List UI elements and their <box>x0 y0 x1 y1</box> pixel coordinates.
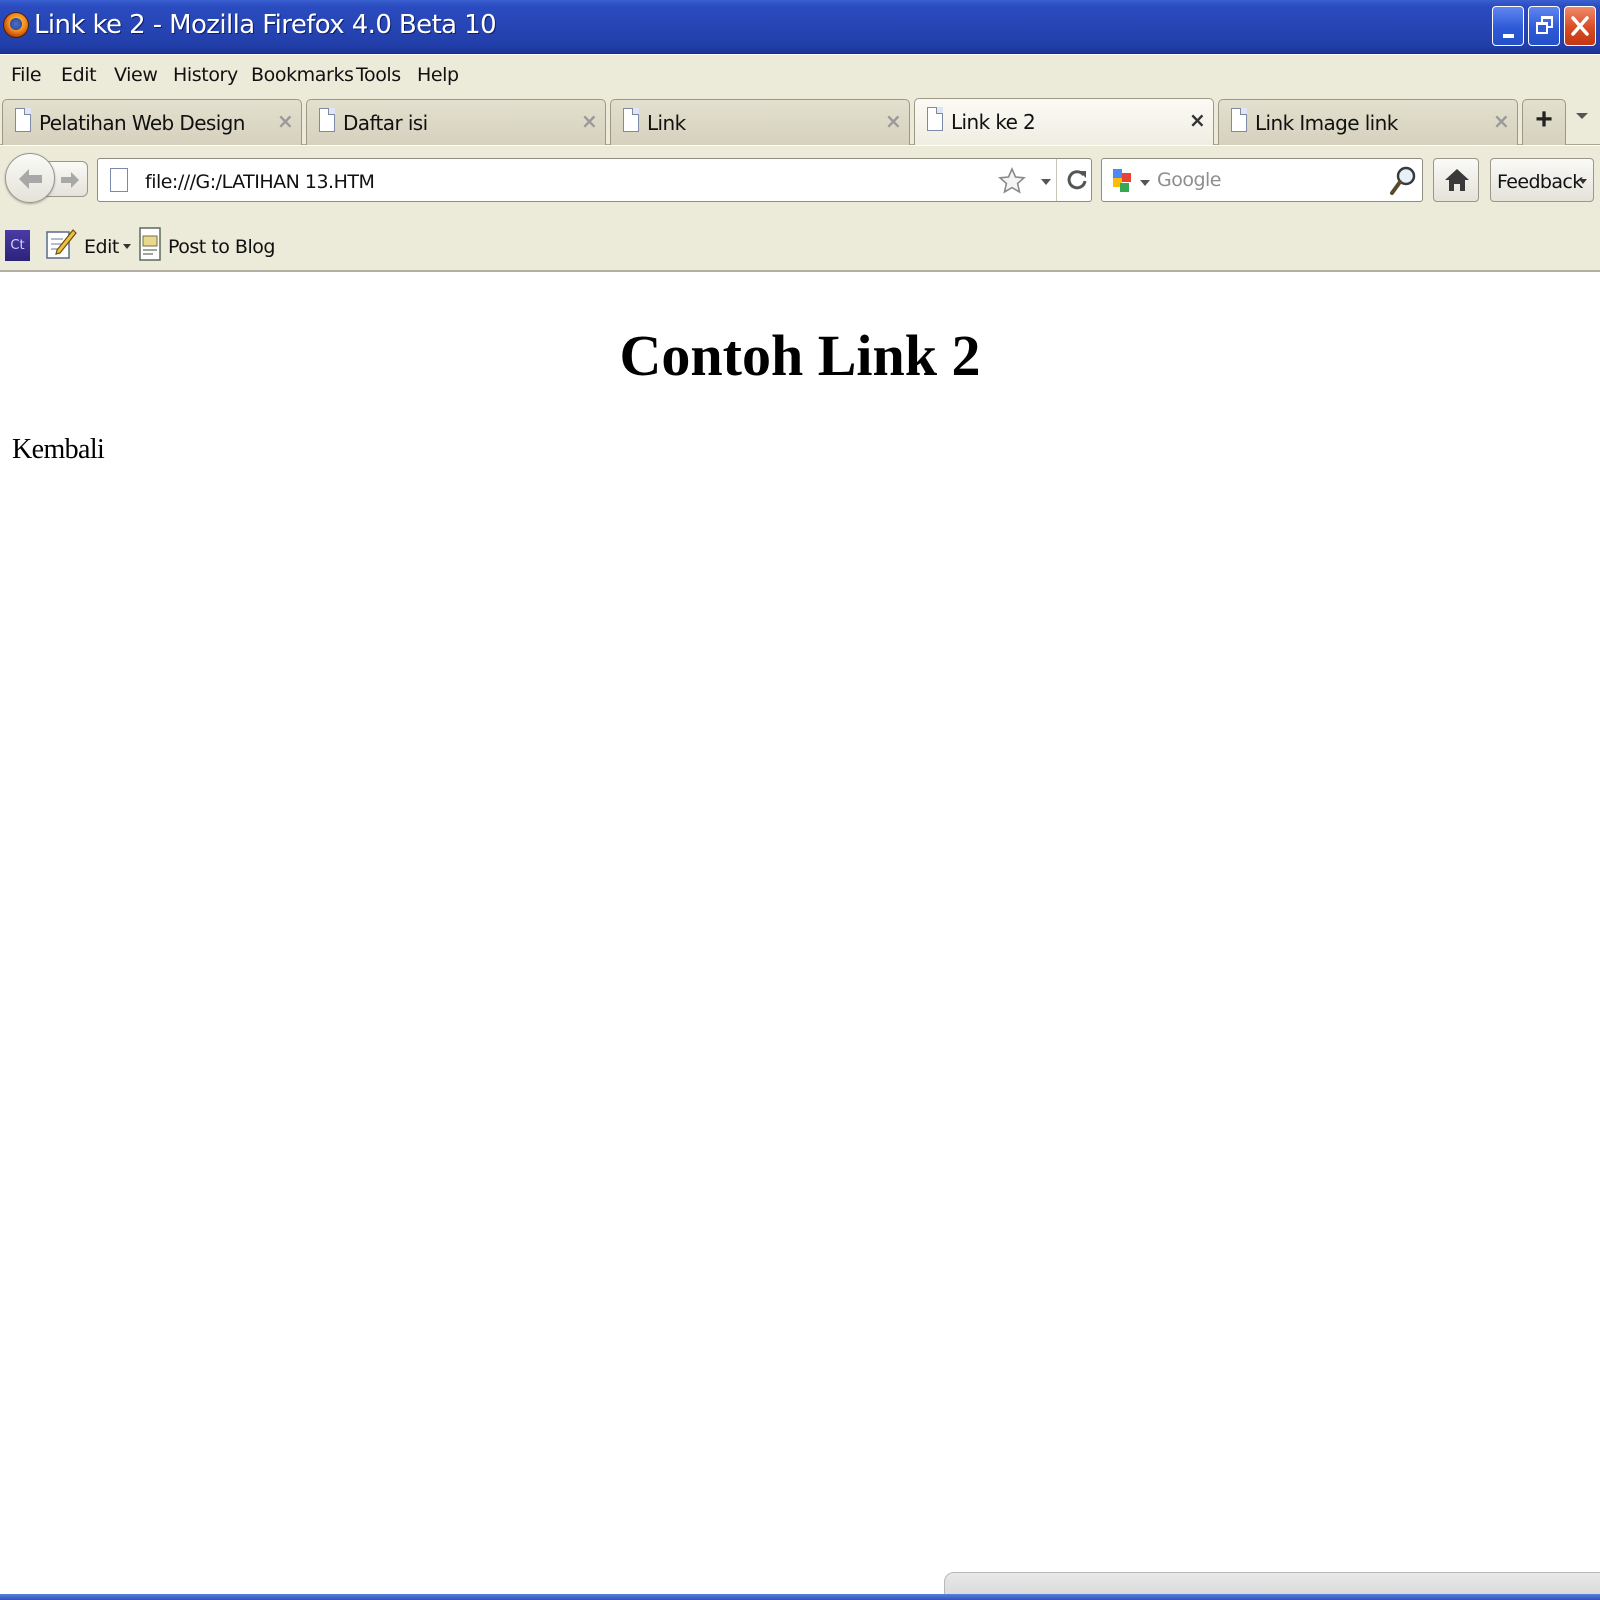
menu-tools[interactable]: Tools <box>356 64 401 86</box>
google-icon[interactable] <box>1110 167 1134 195</box>
search-engine-dropdown-icon[interactable] <box>1140 180 1150 186</box>
tab-close-icon[interactable]: × <box>277 109 294 133</box>
tab-pelatihan-web-design[interactable]: Pelatihan Web Design × <box>2 99 302 145</box>
url-text[interactable]: file:///G:/LATIHAN 13.HTM <box>145 171 375 193</box>
restore-icon-front <box>1536 22 1548 34</box>
page-icon <box>319 108 335 132</box>
restore-button[interactable] <box>1528 6 1560 46</box>
menu-bookmarks[interactable]: Bookmarks <box>251 64 354 86</box>
back-button[interactable] <box>5 153 55 203</box>
feedback-button[interactable]: Feedback <box>1490 158 1594 202</box>
page-icon <box>623 108 639 132</box>
search-bar[interactable] <box>1101 158 1423 202</box>
close-window-button[interactable] <box>1564 6 1596 46</box>
post-to-blog-button[interactable]: Post to Blog <box>168 236 275 258</box>
home-button[interactable] <box>1433 158 1479 202</box>
minimize-button[interactable] <box>1492 6 1524 46</box>
chevron-down-icon[interactable] <box>123 244 131 249</box>
page-heading: Contoh Link 2 <box>619 323 981 388</box>
firefox-icon[interactable] <box>3 12 29 38</box>
tab-link[interactable]: Link × <box>610 99 910 145</box>
tab-label: Link ke 2 <box>951 110 1036 134</box>
navigation-bar: file:///G:/LATIHAN 13.HTM Feedback <box>0 146 1600 214</box>
magnifier-icon[interactable] <box>1388 165 1418 197</box>
menu-view[interactable]: View <box>114 64 158 86</box>
url-bar[interactable]: file:///G:/LATIHAN 13.HTM <box>97 158 1092 202</box>
tab-label: Link Image link <box>1255 111 1398 135</box>
tab-bar: Pelatihan Web Design × Daftar isi × Link… <box>0 95 1600 145</box>
page-icon <box>927 107 943 131</box>
addon-toolbar: Ct Edit Post to Blog <box>0 214 1600 272</box>
post-to-blog-icon[interactable] <box>139 226 163 262</box>
forward-arrow-icon <box>61 172 79 188</box>
page-icon <box>1231 108 1247 132</box>
tab-daftar-isi[interactable]: Daftar isi × <box>306 99 606 145</box>
tab-link-image-link[interactable]: Link Image link × <box>1218 99 1518 145</box>
back-arrow-icon <box>19 169 42 189</box>
menu-history[interactable]: History <box>173 64 238 86</box>
new-tab-button[interactable]: + <box>1522 99 1566 145</box>
page-content: Contoh Link 2 Kembali <box>0 274 1600 1594</box>
page-icon <box>110 168 128 192</box>
tab-label: Pelatihan Web Design <box>39 111 245 135</box>
menu-bar: File Edit View History Bookmarks Tools H… <box>0 55 1600 95</box>
title-bar[interactable]: Link ke 2 - Mozilla Firefox 4.0 Beta 10 <box>0 0 1600 54</box>
feedback-label: Feedback <box>1497 171 1583 193</box>
search-input[interactable] <box>1157 164 1377 196</box>
close-icon <box>1571 16 1589 36</box>
menu-file[interactable]: File <box>11 64 42 86</box>
tab-label: Link <box>647 111 686 135</box>
minimize-icon <box>1503 34 1514 38</box>
edit-button[interactable]: Edit <box>84 236 119 258</box>
tab-list-dropdown-icon[interactable] <box>1576 113 1588 119</box>
tab-close-icon[interactable]: × <box>1189 108 1206 132</box>
url-history-dropdown-icon[interactable] <box>1041 179 1051 185</box>
tab-link-ke-2[interactable]: Link ke 2 × <box>914 98 1214 145</box>
tab-close-icon[interactable]: × <box>581 109 598 133</box>
menu-help[interactable]: Help <box>417 64 459 86</box>
page-icon <box>15 108 31 132</box>
tab-label: Daftar isi <box>343 111 428 135</box>
url-separator <box>1056 159 1057 201</box>
taskbar-edge <box>0 1594 1600 1600</box>
tab-close-icon[interactable]: × <box>885 109 902 133</box>
home-icon <box>1445 169 1469 191</box>
edit-icon[interactable] <box>45 226 77 260</box>
star-icon[interactable] <box>998 167 1026 195</box>
kembali-link[interactable]: Kembali <box>12 434 105 466</box>
menu-edit[interactable]: Edit <box>61 64 97 86</box>
conduit-toolbar-icon[interactable]: Ct <box>5 230 30 261</box>
chevron-down-icon <box>1579 179 1587 184</box>
reload-icon[interactable] <box>1064 167 1090 193</box>
tab-close-icon[interactable]: × <box>1493 109 1510 133</box>
window-title: Link ke 2 - Mozilla Firefox 4.0 Beta 10 <box>34 10 497 40</box>
